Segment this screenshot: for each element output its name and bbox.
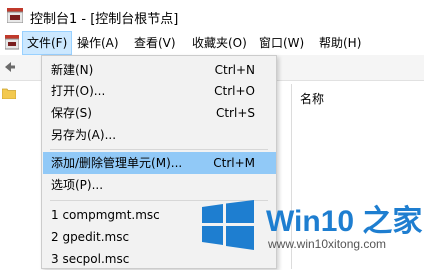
menu-item-open[interactable]: 打开(O)... Ctrl+O — [43, 80, 276, 102]
menu-item-save-as[interactable]: 另存为(A)... — [43, 124, 276, 146]
windows-logo-icon — [202, 200, 254, 250]
menu-action[interactable]: 操作(A) — [73, 31, 123, 55]
back-arrow-icon[interactable] — [2, 60, 16, 74]
menu-window[interactable]: 窗口(W) — [255, 31, 308, 55]
menu-item-label: 打开(O)... — [51, 84, 106, 98]
console-menu-icon[interactable] — [5, 35, 19, 50]
folder-icon[interactable] — [2, 87, 16, 99]
menu-help[interactable]: 帮助(H) — [315, 31, 365, 55]
menu-item-label: 2 gpedit.msc — [51, 230, 130, 244]
menu-item-save[interactable]: 保存(S) Ctrl+S — [43, 102, 276, 124]
menu-view[interactable]: 查看(V) — [130, 31, 180, 55]
menu-item-new[interactable]: 新建(N) Ctrl+N — [43, 59, 276, 81]
menu-separator — [50, 149, 268, 150]
watermark: Win10 之家 www.win10xitong.com — [190, 186, 424, 269]
menu-item-label: 1 compmgmt.msc — [51, 208, 160, 222]
menu-item-label: 新建(N) — [51, 63, 94, 77]
window-title: 控制台1 - [控制台根节点] — [30, 12, 179, 27]
menu-item-add-remove-snapin[interactable]: 添加/删除管理单元(M)... Ctrl+M — [43, 152, 276, 174]
watermark-brand: Win10 之家 — [266, 205, 423, 238]
menu-file[interactable]: 文件(F) — [22, 31, 73, 55]
menu-item-shortcut: Ctrl+M — [213, 156, 255, 170]
console-app-icon — [7, 8, 23, 23]
menu-item-shortcut: Ctrl+N — [214, 63, 255, 77]
menu-favorites[interactable]: 收藏夹(O) — [188, 31, 251, 55]
menu-item-label: 另存为(A)... — [51, 128, 117, 142]
menu-item-label: 保存(S) — [51, 106, 92, 120]
name-column-header[interactable]: 名称 — [300, 90, 324, 107]
menu-item-label: 添加/删除管理单元(M)... — [51, 156, 183, 170]
menu-bar: 文件(F) 操作(A) 查看(V) 收藏夹(O) 窗口(W) 帮助(H) — [0, 31, 424, 55]
menu-item-label: 选项(P)... — [51, 178, 104, 192]
menu-item-label: 3 secpol.msc — [51, 252, 130, 266]
menu-item-shortcut: Ctrl+S — [215, 106, 255, 120]
watermark-url: www.win10xitong.com — [268, 237, 387, 251]
title-bar: 控制台1 - [控制台根节点] — [0, 0, 424, 32]
menu-item-shortcut: Ctrl+O — [214, 84, 255, 98]
tree-pane — [0, 81, 19, 269]
